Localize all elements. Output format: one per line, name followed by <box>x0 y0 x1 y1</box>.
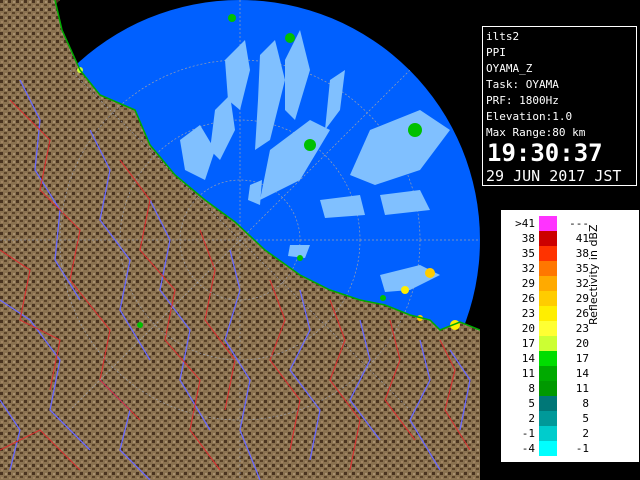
legend-low-value: -4 <box>521 442 535 455</box>
legend-high-value: 38 <box>575 247 589 260</box>
legend-color-swatch <box>539 336 557 351</box>
legend-color-swatch <box>539 231 557 246</box>
legend-color-swatch <box>539 396 557 411</box>
legend-high-value: 29 <box>575 292 589 305</box>
legend-high-value: 35 <box>575 262 589 275</box>
legend-row: 35 38 <box>501 246 601 261</box>
legend-color-swatch <box>539 321 557 336</box>
legend-color-swatch <box>539 261 557 276</box>
legend-color-swatch <box>539 411 557 426</box>
legend-low-value: 23 <box>521 307 535 320</box>
observation-date: 29 JUN 2017 JST <box>486 167 622 185</box>
legend-high-value: 8 <box>582 397 589 410</box>
legend-color-swatch <box>539 246 557 261</box>
legend-color-swatch <box>539 426 557 441</box>
legend-color-swatch <box>539 306 557 321</box>
legend-row: 25 <box>501 411 601 426</box>
legend-low-value: 29 <box>521 277 535 290</box>
legend-high-value: 11 <box>575 382 589 395</box>
legend-color-swatch <box>539 291 557 306</box>
legend-row: -4 -1 <box>501 441 601 456</box>
legend-row: 58 <box>501 396 601 411</box>
legend-color-swatch <box>539 216 557 231</box>
radar-ppi-display[interactable] <box>0 0 480 480</box>
legend-row: >41 --- <box>501 216 601 231</box>
legend-color-swatch <box>539 441 557 456</box>
info-line-mode: PPI <box>486 46 506 59</box>
info-line-elevation: Elevation:1.0 <box>486 110 573 123</box>
legend-row: 11 14 <box>501 366 601 381</box>
legend-row: 17 20 <box>501 336 601 351</box>
legend-color-swatch <box>539 366 557 381</box>
legend-high-value: 20 <box>575 337 589 350</box>
legend-high-value: 2 <box>582 427 589 440</box>
info-line-field: OYAMA_Z <box>486 62 533 75</box>
legend-low-value: 11 <box>521 367 535 380</box>
legend-high-value: -1 <box>575 442 589 455</box>
legend-color-swatch <box>539 381 557 396</box>
side-panel: ilts2 PPI OYAMA_Z Task: OYAMA PRF: 1800H… <box>480 0 640 480</box>
legend-low-value: 35 <box>521 247 535 260</box>
legend-low-value: 5 <box>528 397 535 410</box>
legend-low-value: 26 <box>521 292 535 305</box>
legend-low-value: 8 <box>528 382 535 395</box>
legend-row: -1 2 <box>501 426 601 441</box>
legend-low-value: 20 <box>521 322 535 335</box>
legend-high-value: 14 <box>575 367 589 380</box>
legend-color-swatch <box>539 276 557 291</box>
legend-row: 20 23 <box>501 321 601 336</box>
radar-info-box: ilts2 PPI OYAMA_Z Task: OYAMA PRF: 1800H… <box>482 26 637 186</box>
legend-row: 38 41 <box>501 231 601 246</box>
legend-low-value: 17 <box>521 337 535 350</box>
legend-row: 26 29 <box>501 291 601 306</box>
legend-high-value: 17 <box>575 352 589 365</box>
info-line-product: ilts2 <box>486 30 520 43</box>
legend-low-value: 38 <box>521 232 535 245</box>
legend-row: 29 32 <box>501 276 601 291</box>
legend-row: 32 35 <box>501 261 601 276</box>
legend-color-swatch <box>539 351 557 366</box>
legend-row: 8 11 <box>501 381 601 396</box>
observation-time: 19:30:37 <box>487 139 603 167</box>
legend-high-value: --- <box>569 217 589 230</box>
legend-title: Reflectivity in dBZ <box>587 224 600 325</box>
legend-low-value: 2 <box>528 412 535 425</box>
reflectivity-legend: >41 --- 38 41 35 38 32 35 29 32 26 29 23 26 20 23 17 20 14… <box>500 209 640 463</box>
legend-row: 14 17 <box>501 351 601 366</box>
radar-map <box>0 0 480 480</box>
legend-high-value: 26 <box>575 307 589 320</box>
legend-high-value: 32 <box>575 277 589 290</box>
info-line-task: Task: OYAMA <box>486 78 559 91</box>
legend-low-value: 14 <box>521 352 535 365</box>
legend-high-value: 23 <box>575 322 589 335</box>
legend-low-value: -1 <box>521 427 535 440</box>
info-line-prf: PRF: 1800Hz <box>486 94 559 107</box>
legend-row: 23 26 <box>501 306 601 321</box>
legend-high-value: 41 <box>575 232 589 245</box>
legend-high-value: 5 <box>582 412 589 425</box>
info-line-max-range: Max Range:80 km <box>486 126 586 139</box>
legend-low-value: >41 <box>515 217 535 230</box>
legend-low-value: 32 <box>521 262 535 275</box>
